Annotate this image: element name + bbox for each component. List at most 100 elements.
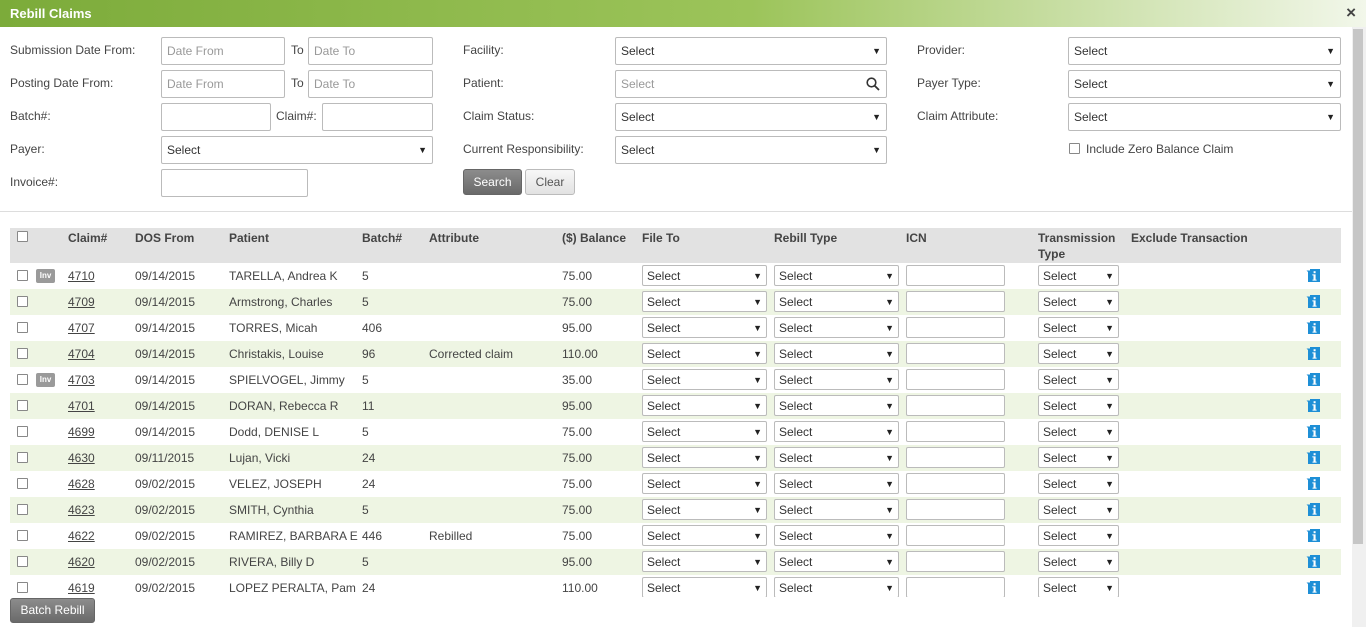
rebill-type-select[interactable]: Select ▼ [774, 317, 899, 338]
rebill-type-select[interactable]: Select ▼ [774, 499, 899, 520]
claim-link[interactable]: 4699 [68, 425, 95, 439]
claim-input[interactable] [322, 103, 433, 131]
close-icon[interactable]: × [1346, 4, 1356, 21]
transmission-type-select[interactable]: Select ▼ [1038, 317, 1119, 338]
file-to-select[interactable]: Select ▼ [642, 317, 767, 338]
row-checkbox[interactable] [17, 296, 28, 307]
col-header-batch[interactable]: Batch# [362, 230, 402, 246]
transmission-type-select[interactable]: Select ▼ [1038, 551, 1119, 572]
info-icon[interactable] [1306, 502, 1321, 517]
row-checkbox[interactable] [17, 478, 28, 489]
submission-date-from-input[interactable]: Date From [161, 37, 285, 65]
file-to-select[interactable]: Select ▼ [642, 447, 767, 468]
rebill-type-select[interactable]: Select ▼ [774, 369, 899, 390]
transmission-type-select[interactable]: Select ▼ [1038, 395, 1119, 416]
transmission-type-select[interactable]: Select ▼ [1038, 265, 1119, 286]
transmission-type-select[interactable]: Select ▼ [1038, 421, 1119, 442]
include-zero-balance-checkbox[interactable] [1069, 143, 1080, 154]
icn-input[interactable] [906, 421, 1005, 442]
icn-input[interactable] [906, 473, 1005, 494]
inv-badge[interactable]: Inv [36, 373, 55, 387]
claim-link[interactable]: 4701 [68, 399, 95, 413]
row-checkbox[interactable] [17, 582, 28, 593]
claim-status-select[interactable]: Select ▼ [615, 103, 887, 131]
rebill-type-select[interactable]: Select ▼ [774, 395, 899, 416]
transmission-type-select[interactable]: Select ▼ [1038, 343, 1119, 364]
search-icon[interactable] [866, 77, 880, 91]
file-to-select[interactable]: Select ▼ [642, 343, 767, 364]
icn-input[interactable] [906, 343, 1005, 364]
select-all-checkbox[interactable] [17, 231, 28, 242]
file-to-select[interactable]: Select ▼ [642, 499, 767, 520]
facility-select[interactable]: Select ▼ [615, 37, 887, 65]
rebill-type-select[interactable]: Select ▼ [774, 473, 899, 494]
info-icon[interactable] [1306, 580, 1321, 595]
icn-input[interactable] [906, 551, 1005, 572]
transmission-type-select[interactable]: Select ▼ [1038, 369, 1119, 390]
row-checkbox[interactable] [17, 452, 28, 463]
info-icon[interactable] [1306, 528, 1321, 543]
transmission-type-select[interactable]: Select ▼ [1038, 473, 1119, 494]
col-header-attribute[interactable]: Attribute [429, 230, 479, 246]
icn-input[interactable] [906, 317, 1005, 338]
row-checkbox[interactable] [17, 530, 28, 541]
payer-type-select[interactable]: Select ▼ [1068, 70, 1341, 98]
row-checkbox[interactable] [17, 322, 28, 333]
invoice-input[interactable] [161, 169, 308, 197]
info-icon[interactable] [1306, 268, 1321, 283]
file-to-select[interactable]: Select ▼ [642, 369, 767, 390]
info-icon[interactable] [1306, 346, 1321, 361]
icn-input[interactable] [906, 577, 1005, 597]
icn-input[interactable] [906, 499, 1005, 520]
file-to-select[interactable]: Select ▼ [642, 421, 767, 442]
row-checkbox[interactable] [17, 348, 28, 359]
file-to-select[interactable]: Select ▼ [642, 291, 767, 312]
patient-search-input[interactable]: Select [615, 70, 887, 98]
claim-link[interactable]: 4623 [68, 503, 95, 517]
transmission-type-select[interactable]: Select ▼ [1038, 291, 1119, 312]
info-icon[interactable] [1306, 320, 1321, 335]
col-header-dos-from[interactable]: DOS From [135, 230, 194, 246]
file-to-select[interactable]: Select ▼ [642, 577, 767, 597]
info-icon[interactable] [1306, 424, 1321, 439]
icn-input[interactable] [906, 447, 1005, 468]
submission-date-to-input[interactable]: Date To [308, 37, 433, 65]
icn-input[interactable] [906, 265, 1005, 286]
row-checkbox[interactable] [17, 504, 28, 515]
row-checkbox[interactable] [17, 556, 28, 567]
rebill-type-select[interactable]: Select ▼ [774, 577, 899, 597]
file-to-select[interactable]: Select ▼ [642, 525, 767, 546]
rebill-type-select[interactable]: Select ▼ [774, 265, 899, 286]
file-to-select[interactable]: Select ▼ [642, 473, 767, 494]
info-icon[interactable] [1306, 372, 1321, 387]
claim-link[interactable]: 4704 [68, 347, 95, 361]
file-to-select[interactable]: Select ▼ [642, 265, 767, 286]
current-responsibility-select[interactable]: Select ▼ [615, 136, 887, 164]
claim-attribute-select[interactable]: Select ▼ [1068, 103, 1341, 131]
info-icon[interactable] [1306, 398, 1321, 413]
rebill-type-select[interactable]: Select ▼ [774, 525, 899, 546]
batch-rebill-button[interactable]: Batch Rebill [10, 598, 95, 623]
icn-input[interactable] [906, 525, 1005, 546]
claim-link[interactable]: 4707 [68, 321, 95, 335]
transmission-type-select[interactable]: Select ▼ [1038, 577, 1119, 597]
file-to-select[interactable]: Select ▼ [642, 551, 767, 572]
col-header-balance[interactable]: ($) Balance [562, 230, 626, 246]
icn-input[interactable] [906, 291, 1005, 312]
claim-link[interactable]: 4709 [68, 295, 95, 309]
col-header-claim[interactable]: Claim# [68, 230, 107, 246]
scrollbar-thumb[interactable] [1353, 29, 1363, 544]
info-icon[interactable] [1306, 450, 1321, 465]
row-checkbox[interactable] [17, 374, 28, 385]
claim-link[interactable]: 4703 [68, 373, 95, 387]
provider-select[interactable]: Select ▼ [1068, 37, 1341, 65]
rebill-type-select[interactable]: Select ▼ [774, 343, 899, 364]
claim-link[interactable]: 4622 [68, 529, 95, 543]
inv-badge[interactable]: Inv [36, 269, 55, 283]
clear-button[interactable]: Clear [525, 169, 575, 195]
transmission-type-select[interactable]: Select ▼ [1038, 499, 1119, 520]
payer-select[interactable]: Select ▼ [161, 136, 433, 164]
batch-input[interactable] [161, 103, 271, 131]
search-button[interactable]: Search [463, 169, 522, 195]
rebill-type-select[interactable]: Select ▼ [774, 447, 899, 468]
